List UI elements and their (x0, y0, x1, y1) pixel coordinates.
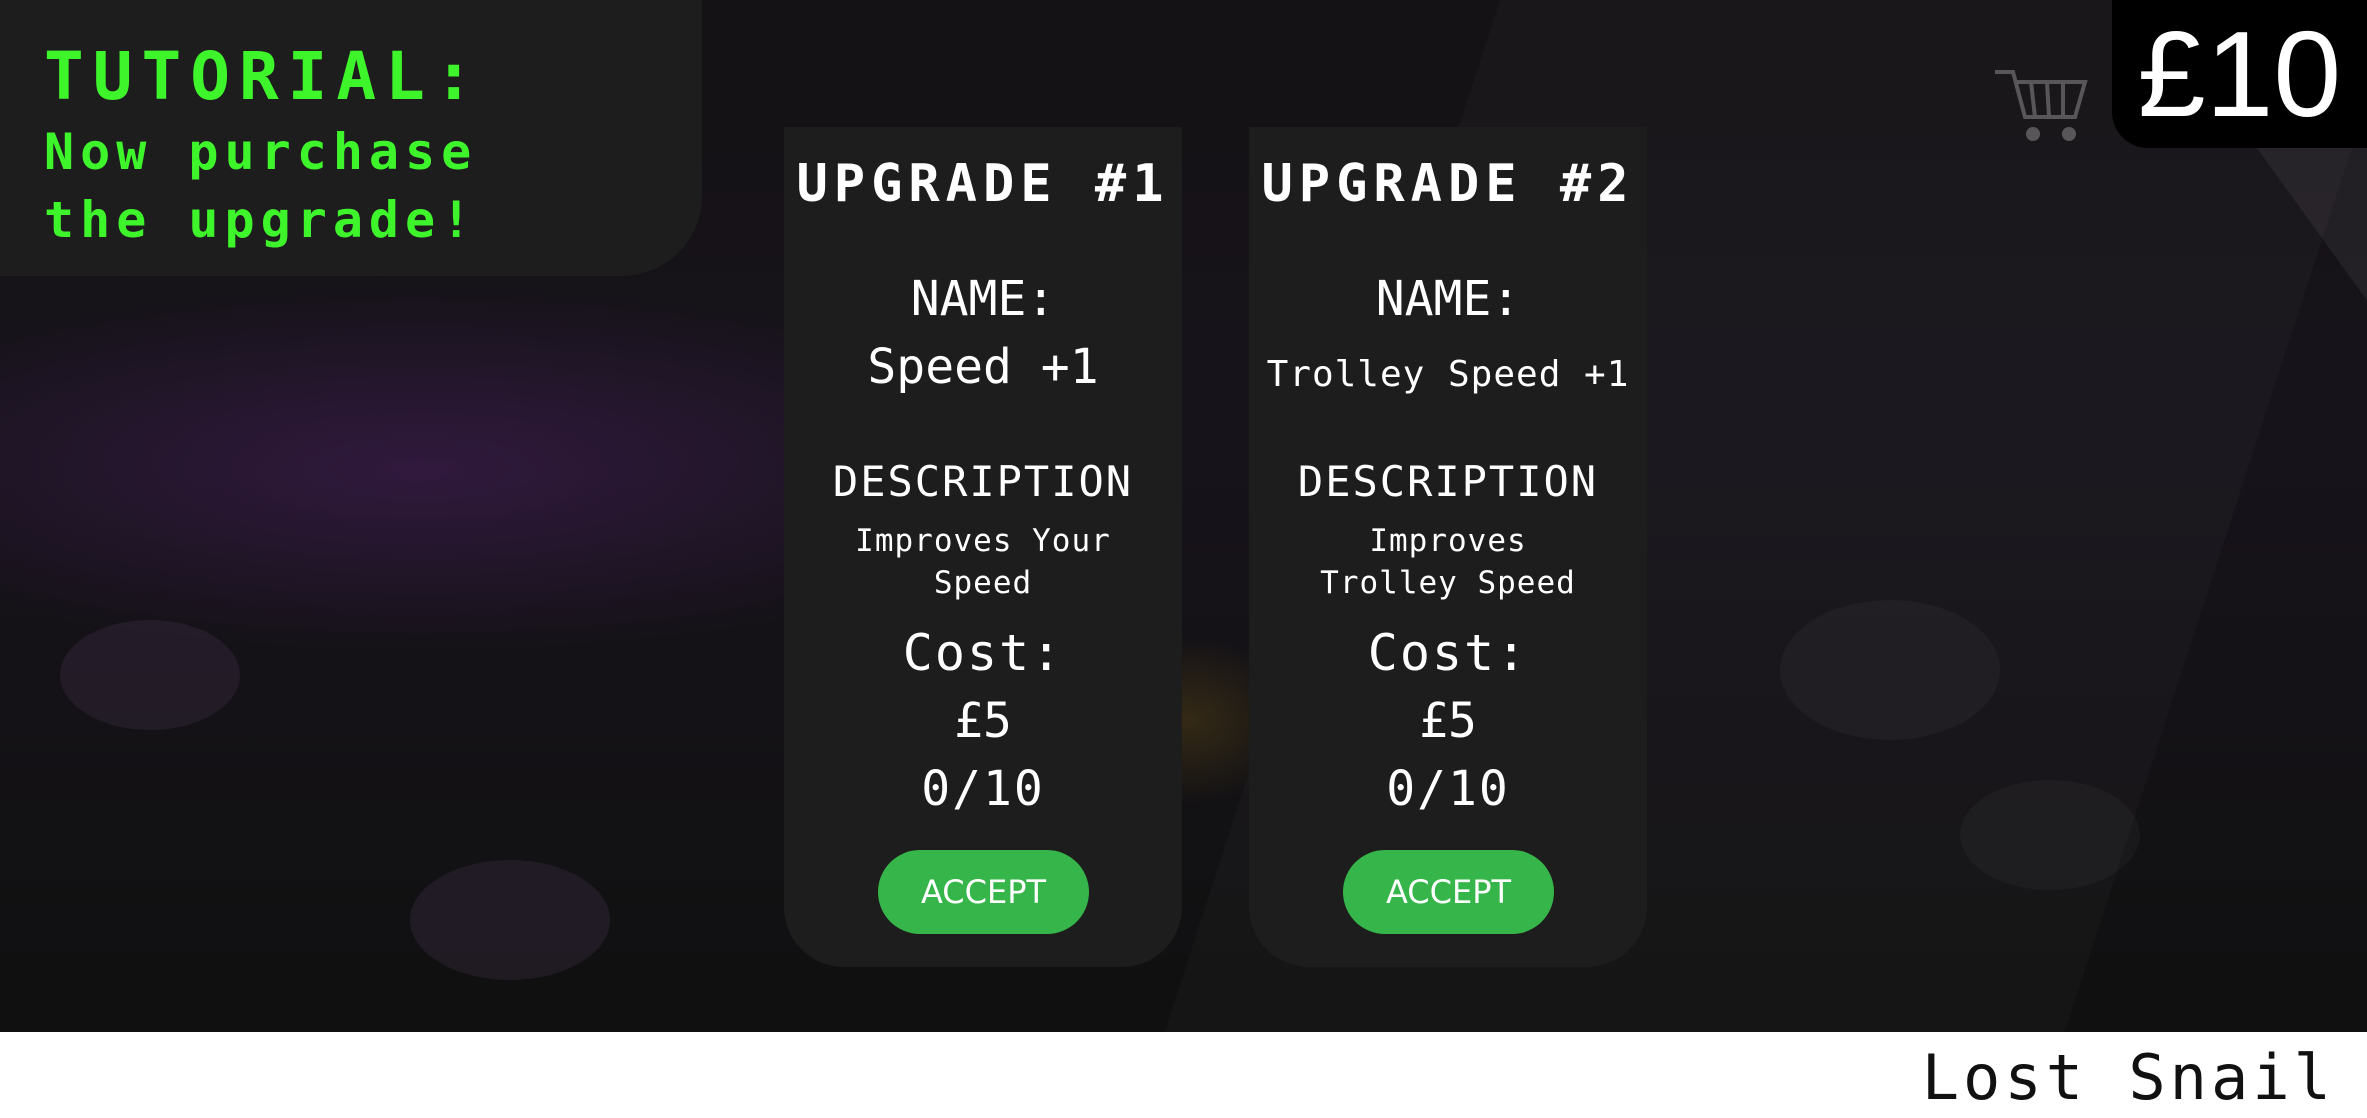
upgrade-level: 0/10 (1386, 761, 1510, 817)
upgrade-name-label: NAME: (1375, 271, 1521, 327)
background-blob (1960, 780, 2140, 890)
upgrade-cost-label: Cost: (902, 624, 1064, 682)
money-counter: £10 (2112, 0, 2367, 148)
upgrade-description: Improves Your Speed (855, 523, 1111, 601)
accept-button[interactable]: ACCEPT (1343, 850, 1554, 934)
background-blob (60, 620, 240, 730)
background-blob (1780, 600, 2000, 740)
upgrade-cost-label: Cost: (1367, 624, 1529, 682)
footer-caption: Lost Snail (1921, 1041, 2335, 1114)
tutorial-title: TUTORIAL: (44, 38, 483, 115)
tutorial-panel: TUTORIAL: Now purchase the upgrade! (0, 0, 702, 276)
upgrade-level: 0/10 (921, 761, 1045, 817)
upgrade-card-1: UPGRADE #1 NAME: Speed +1 DESCRIPTION Im… (784, 127, 1182, 967)
upgrade-title: UPGRADE #1 (796, 154, 1170, 214)
background-blob (410, 860, 610, 980)
upgrade-cost: £5 (954, 693, 1012, 749)
upgrade-name-label: NAME: (910, 271, 1056, 327)
upgrade-name: Trolley Speed +1 (1266, 354, 1630, 395)
upgrade-card-2: UPGRADE #2 NAME: Trolley Speed +1 DESCRI… (1249, 127, 1647, 967)
upgrade-description-label: DESCRIPTION (832, 457, 1134, 506)
upgrade-cost: £5 (1419, 693, 1477, 749)
trolley-icon (1995, 70, 2088, 141)
upgrade-name: Speed +1 (867, 339, 1099, 395)
game-scene-background: TUTORIAL: Now purchase the upgrade! £10 … (0, 0, 2367, 1032)
tutorial-message: Now purchase the upgrade! (44, 123, 478, 249)
upgrade-description: Improves Trolley Speed (1320, 523, 1576, 601)
upgrade-description-label: DESCRIPTION (1297, 457, 1599, 506)
accept-button[interactable]: ACCEPT (878, 850, 1089, 934)
upgrade-title: UPGRADE #2 (1261, 154, 1635, 214)
